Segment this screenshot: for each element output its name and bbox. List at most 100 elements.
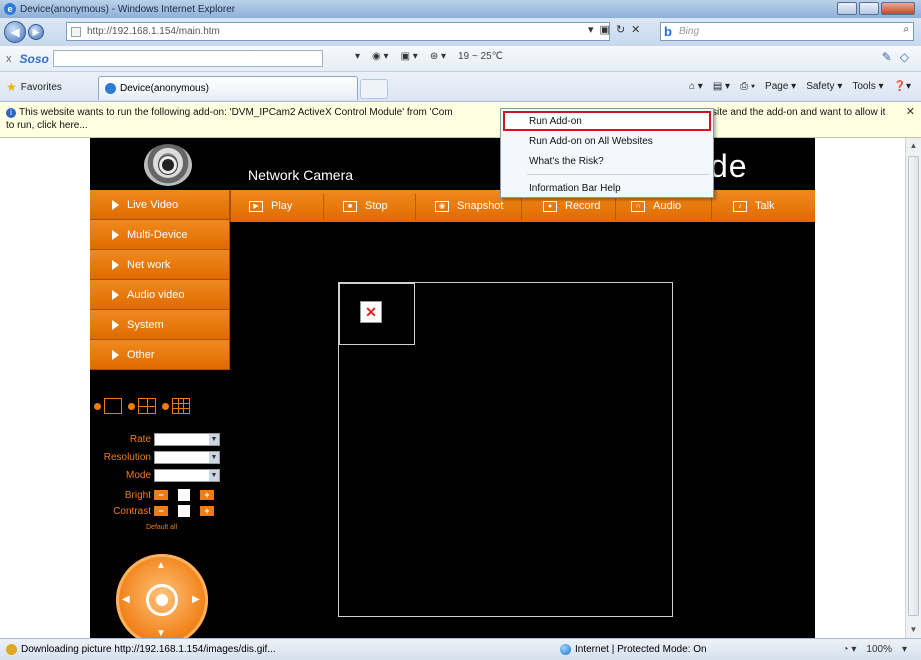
favorites-button[interactable]: ★ Favorites: [6, 80, 62, 94]
info-icon: i: [6, 108, 16, 118]
feeds-icon[interactable]: ▤ ▾: [713, 81, 730, 92]
menu-information-bar-help[interactable]: Information Bar Help: [501, 178, 713, 198]
search-input[interactable]: b Bing ⌕: [660, 22, 914, 41]
dropdown-icon[interactable]: ▾: [588, 23, 594, 36]
pan-down-icon[interactable]: ▼: [156, 628, 166, 638]
status-message: Downloading picture http://192.168.1.154…: [6, 644, 276, 655]
forward-button[interactable]: ▶: [28, 24, 44, 40]
home-icon[interactable]: ⌂ ▾: [689, 81, 703, 92]
menu-multi-device[interactable]: Multi-Device: [90, 220, 230, 250]
ptz-control[interactable]: ▲ ▼ ◀ ▶: [116, 554, 208, 638]
back-button[interactable]: ◀: [4, 21, 26, 43]
search-icon[interactable]: ⌕: [903, 24, 909, 35]
side-controls: Rate ▼ Resolution ▼ Mode ▼ Bright − + Co…: [90, 374, 230, 638]
menu-label: Other: [127, 348, 155, 361]
soso-right-icon[interactable]: ◇: [900, 50, 909, 64]
ptz-center-icon[interactable]: [146, 584, 178, 616]
menu-audio-video[interactable]: Audio video: [90, 280, 230, 310]
refresh-icon[interactable]: ↻: [616, 23, 625, 36]
soso-tool-icon[interactable]: ▾: [355, 51, 360, 62]
toolbar-divider: [323, 194, 324, 220]
view-mode-9[interactable]: [162, 398, 190, 414]
view-mode-4[interactable]: [128, 398, 156, 414]
soso-tool-icon[interactable]: ▣ ▾: [401, 51, 418, 62]
help-icon[interactable]: ❓▾: [894, 81, 911, 92]
soso-right-icon[interactable]: ✎: [882, 50, 892, 64]
quad-view-icon: [138, 398, 156, 414]
vertical-scrollbar[interactable]: ▲ ▼: [905, 138, 921, 638]
bright-value: [178, 489, 190, 501]
arrow-right-icon: [112, 349, 119, 360]
info-line-1: i This website wants to run the following…: [6, 106, 901, 119]
bright-decrease-button[interactable]: −: [154, 490, 168, 500]
zoom-dropdown-icon[interactable]: ▾: [902, 644, 907, 655]
pan-right-icon[interactable]: ▶: [192, 594, 200, 605]
soso-toolbar: x Soso ▾ ◉ ▾ ▣ ▾ ⊛ ▾ 19 ~ 25℃ ✎ ◇: [0, 46, 921, 72]
menu-network[interactable]: Net work: [90, 250, 230, 280]
status-text: Downloading picture http://192.168.1.154…: [21, 644, 276, 655]
information-bar[interactable]: i This website wants to run the following…: [0, 102, 921, 138]
soso-tool-icon[interactable]: ◉ ▾: [372, 51, 389, 62]
menu-system[interactable]: System: [90, 310, 230, 340]
close-toolbar-icon[interactable]: x: [6, 53, 12, 65]
command-safety[interactable]: Safety ▾: [806, 81, 842, 92]
menu-label: Audio video: [127, 288, 185, 301]
snapshot-button[interactable]: ◉ Snapshot: [435, 190, 503, 222]
info-close-icon[interactable]: ✕: [906, 106, 915, 119]
default-all-button[interactable]: Default all: [146, 524, 177, 531]
weather-widget[interactable]: 19 ~ 25℃: [458, 51, 503, 62]
resolution-select[interactable]: ▼: [154, 450, 220, 464]
address-input[interactable]: http://192.168.1.154/main.htm: [66, 22, 610, 41]
window-controls: [837, 2, 915, 15]
menu-label: Multi-Device: [127, 228, 188, 241]
scroll-down-icon[interactable]: ▼: [906, 622, 921, 638]
maximize-button[interactable]: [859, 2, 879, 15]
contrast-decrease-button[interactable]: −: [154, 506, 168, 516]
bright-increase-button[interactable]: +: [200, 490, 214, 500]
new-tab-button[interactable]: [360, 79, 388, 99]
rate-select[interactable]: ▼: [154, 432, 220, 446]
menu-run-addon[interactable]: Run Add-on: [503, 111, 711, 131]
contrast-increase-button[interactable]: +: [200, 506, 214, 516]
brand-right-text: de: [710, 148, 748, 184]
talk-button[interactable]: ♪ Talk: [733, 190, 775, 222]
zone-text: Internet | Protected Mode: On: [575, 644, 707, 655]
menu-label: Live Video: [127, 198, 179, 211]
contrast-value: [178, 505, 190, 517]
tab-device[interactable]: Device(anonymous): [98, 76, 358, 100]
pan-left-icon[interactable]: ◀: [122, 594, 130, 605]
minimize-button[interactable]: [837, 2, 857, 15]
menu-other[interactable]: Other: [90, 340, 230, 370]
tab-title: Device(anonymous): [120, 83, 209, 94]
protected-mode-icon[interactable]: ◔ ▾: [843, 644, 857, 655]
print-icon[interactable]: ⎙ ▾: [740, 81, 755, 92]
compat-view-icon[interactable]: ▣: [600, 23, 610, 36]
zoom-level[interactable]: 100%: [866, 644, 892, 655]
microphone-icon: ♪: [733, 200, 747, 212]
soso-tool-icon[interactable]: ⊛ ▾: [430, 51, 446, 62]
scroll-thumb[interactable]: [908, 156, 919, 616]
command-tools[interactable]: Tools ▾: [852, 81, 883, 92]
command-page[interactable]: Page ▾: [765, 81, 796, 92]
view-mode-selector: [94, 398, 190, 414]
security-zone[interactable]: Internet | Protected Mode: On: [560, 644, 707, 655]
soso-search-input[interactable]: [52, 50, 323, 67]
close-window-button[interactable]: [881, 2, 915, 15]
stop-button[interactable]: ■ Stop: [343, 190, 388, 222]
camera-logo-icon: [138, 142, 198, 188]
menu-live-video[interactable]: Live Video: [90, 190, 230, 220]
play-button[interactable]: ▶ Play: [249, 190, 292, 222]
stop-icon[interactable]: ✕: [631, 23, 640, 36]
menu-run-addon-all-websites[interactable]: Run Add-on on All Websites: [501, 131, 713, 151]
menu-whats-the-risk[interactable]: What's the Risk?: [501, 151, 713, 171]
audio-label: Audio: [653, 200, 682, 212]
pan-up-icon[interactable]: ▲: [156, 560, 166, 571]
mode-select[interactable]: ▼: [154, 468, 220, 482]
video-frame[interactable]: ✕: [338, 282, 673, 617]
page-icon: [71, 26, 81, 37]
talk-label: Talk: [755, 200, 775, 212]
mode-label: Mode: [125, 469, 151, 481]
view-mode-1[interactable]: [94, 398, 122, 414]
resolution-label: Resolution: [103, 451, 151, 463]
scroll-up-icon[interactable]: ▲: [906, 138, 921, 154]
